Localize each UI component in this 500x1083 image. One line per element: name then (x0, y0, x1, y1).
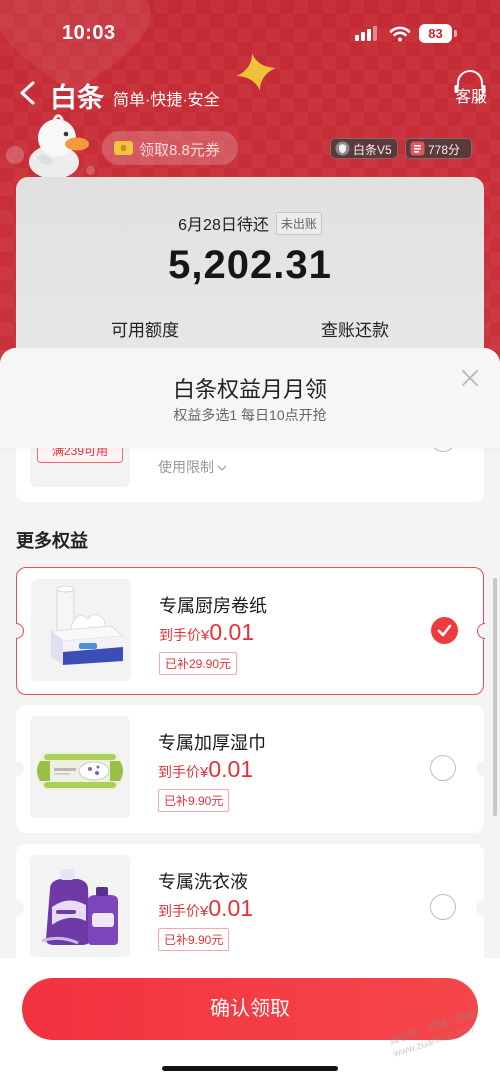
duck-mascot-icon (29, 114, 89, 179)
check-and-repay-button[interactable]: 查账还款 (285, 316, 425, 341)
status-badge: 未出账 (275, 211, 322, 235)
benefit-name: 专属加厚湿巾 (158, 733, 266, 753)
usage-limit-label: 使用限制 (158, 459, 214, 475)
claim-coupon-button[interactable]: 领取8.8元券 (102, 131, 238, 165)
card-notch (16, 761, 24, 777)
close-icon[interactable] (461, 369, 479, 387)
available-credit-button[interactable]: 可用额度 (75, 316, 215, 341)
kitchen-paper-image (31, 579, 131, 681)
price-label: 到手价 (158, 903, 200, 919)
scrollbar[interactable] (493, 578, 497, 816)
benefit-card[interactable]: 专属厨房卷纸 到手价¥0.01 已补29.90元 (15, 567, 485, 695)
section-title: 更多权益 (16, 531, 88, 551)
wet-wipes-image (30, 716, 130, 818)
bubble-decoration (6, 146, 24, 164)
price-value: 0.01 (208, 756, 254, 782)
slogan: 简单·快捷·安全 (113, 92, 220, 109)
coupon-icon (114, 141, 133, 155)
card-notch (16, 900, 24, 916)
subsidy-badge: 已补9.90元 (158, 789, 230, 812)
price-row: 到手价¥0.01 (159, 619, 254, 646)
due-row: 6月28日待还 未出账 (0, 211, 500, 235)
level-badge[interactable]: 白条V5 (330, 138, 398, 159)
score-badge-label: 778分 (428, 143, 461, 157)
benefit-card[interactable]: 专属洗衣液 到手价¥0.01 已补9.90元 (16, 844, 484, 972)
price-label: 到手价 (159, 627, 201, 643)
card-notch (476, 622, 485, 639)
shield-icon (335, 141, 350, 156)
battery-icon: 83 (419, 24, 452, 43)
laundry-detergent-image (30, 855, 130, 957)
baitiao-screen: 10:03 83 白条 简单·快捷·安全 客服 领取8.8元券 白条V5 778… (0, 0, 500, 1083)
subsidy-badge: 已补29.90元 (159, 652, 238, 675)
card-notch (476, 900, 484, 916)
battery-nub (454, 30, 457, 37)
chevron-down-icon (217, 465, 227, 471)
signal-icon (355, 26, 379, 41)
price-row: 到手价¥0.01 (158, 895, 253, 922)
radio-button[interactable] (430, 755, 456, 781)
home-indicator[interactable] (162, 1066, 338, 1071)
radio-button[interactable] (430, 894, 456, 920)
status-time: 10:03 (62, 22, 116, 44)
due-label: 6月28日待还 (178, 217, 269, 234)
level-badge-label: 白条V5 (353, 143, 392, 157)
benefit-card[interactable]: 专属加厚湿巾 到手价¥0.01 已补9.90元 (16, 705, 484, 833)
wifi-icon (389, 26, 411, 42)
due-amount: 5,202.31 (168, 243, 332, 287)
sheet-subtitle: 权益多选1 每日10点开抢 (173, 407, 327, 423)
price-label: 到手价 (158, 764, 200, 780)
price-value: 0.01 (208, 895, 254, 921)
benefit-name: 专属厨房卷纸 (159, 596, 267, 616)
score-icon (410, 141, 425, 156)
benefit-name: 专属洗衣液 (158, 872, 248, 892)
card-notch (476, 761, 484, 777)
subsidy-badge: 已补9.90元 (158, 928, 230, 951)
customer-service-button[interactable]: 客服 (455, 83, 487, 107)
coupon-label: 领取8.8元券 (139, 142, 220, 159)
sheet-title: 白条权益月月领 (172, 377, 327, 402)
card-notch (15, 622, 24, 639)
usage-limit-toggle[interactable]: 使用限制 (158, 457, 227, 477)
price-value: 0.01 (209, 619, 255, 645)
star-decoration-icon (236, 53, 276, 91)
score-badge[interactable]: 778分 (405, 138, 472, 159)
chevron-left-icon[interactable] (18, 80, 38, 106)
price-row: 到手价¥0.01 (158, 756, 253, 783)
check-icon[interactable] (431, 617, 458, 644)
